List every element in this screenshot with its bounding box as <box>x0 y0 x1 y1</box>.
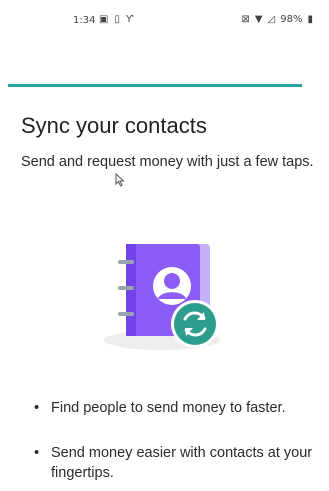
list-item: Send money easier with contacts at your … <box>34 443 324 483</box>
benefits-list: Find people to send money to faster. Sen… <box>34 398 324 483</box>
signal-icon: ◿ <box>267 14 276 25</box>
status-bar: 1:34 ▣ ▯ Ƴ ⊠ ▼ ◿ 98% ▮ <box>0 0 329 34</box>
photo-notification-icon: ▣ <box>99 14 109 25</box>
battery-percentage: 98% <box>280 14 303 25</box>
page-title: Sync your contacts <box>21 113 207 138</box>
list-item: Find people to send money to faster. <box>34 398 324 418</box>
battery-icon: ▮ <box>307 14 313 25</box>
system-icons: ⊠ ▼ ◿ 98% ▮ <box>241 14 313 25</box>
cast-icon: ⊠ <box>241 14 250 25</box>
wifi-icon: ▼ <box>254 14 263 25</box>
sim-notification-icon: ▯ <box>114 14 120 25</box>
antenna-notification-icon: Ƴ <box>125 14 134 25</box>
status-time: 1:34 <box>73 15 96 26</box>
mouse-cursor-icon <box>115 173 125 187</box>
contacts-book-sync-icon <box>104 244 220 350</box>
progress-divider <box>8 84 302 87</box>
page-subtitle: Send and request money with just a few t… <box>21 154 314 170</box>
notification-icons: ▣ ▯ Ƴ <box>99 14 133 25</box>
